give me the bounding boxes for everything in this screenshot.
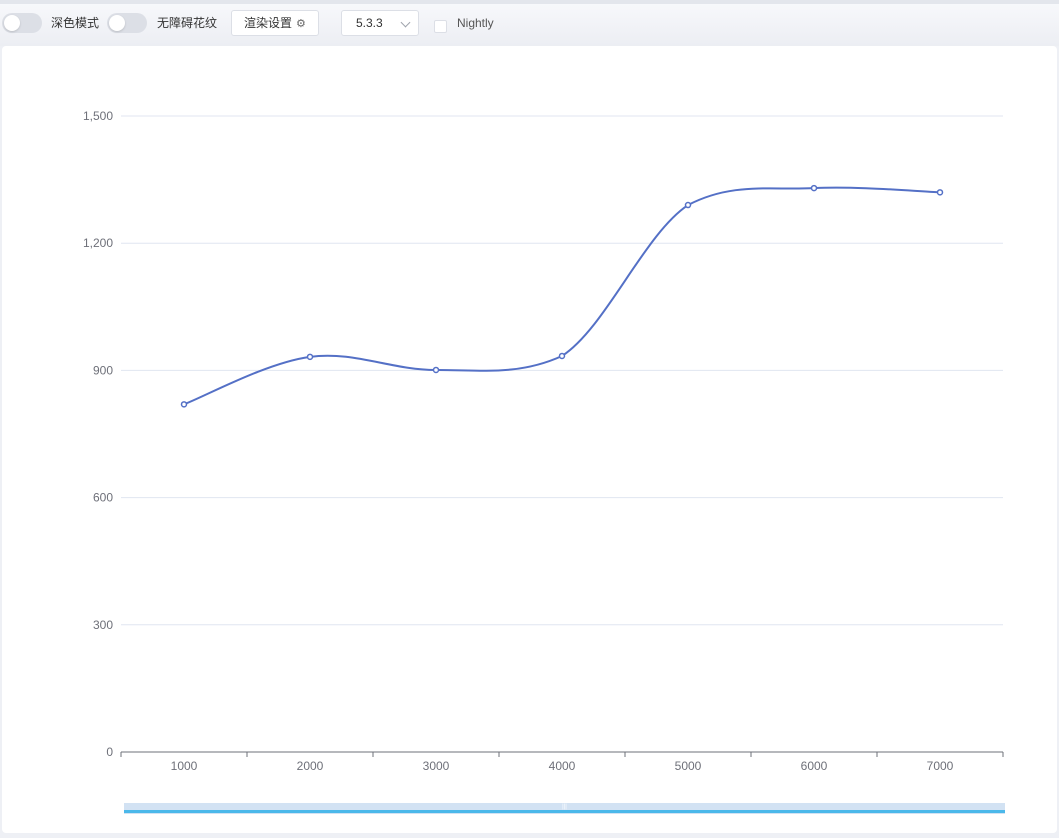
y-tick-label: 1,200: [83, 236, 113, 250]
data-point: [432, 366, 440, 374]
toggle-knob: [4, 15, 20, 31]
toolbar: 深色模式 无障碍花纹 渲染设置 ⚙ 5.3.3 Nightly: [0, 0, 1059, 46]
version-select[interactable]: 5.3.3: [341, 10, 419, 36]
accessibility-pattern-label: 无障碍花纹: [157, 16, 218, 30]
accessibility-pattern-toggle[interactable]: [107, 13, 147, 33]
gear-icon: ⚙: [296, 18, 306, 30]
data-point: [558, 352, 566, 360]
render-settings-label: 渲染设置: [244, 16, 293, 30]
data-zoom-fill: [124, 810, 1005, 813]
data-point: [180, 401, 188, 408]
data-point: [306, 353, 314, 361]
x-tick-label: 1000: [171, 759, 198, 773]
y-tick-label: 1,500: [83, 109, 113, 123]
x-tick-label: 7000: [927, 759, 954, 773]
data-point: [936, 189, 944, 196]
data-point: [684, 201, 692, 209]
x-tick-label: 3000: [423, 759, 450, 773]
y-tick-label: 0: [106, 745, 113, 759]
x-tick-label: 5000: [675, 759, 702, 773]
dark-mode-toggle[interactable]: [2, 13, 42, 33]
nightly-checkbox[interactable]: [434, 20, 447, 33]
y-tick-label: 900: [93, 363, 113, 377]
x-tick-label: 4000: [549, 759, 576, 773]
line-chart: 0 300 600 900 1,200 1,500 1000 2000 3000 4000 5000…: [83, 109, 1005, 814]
render-settings-button[interactable]: 渲染设置 ⚙: [231, 10, 319, 36]
y-tick-label: 600: [93, 491, 113, 505]
nightly-label: Nightly: [457, 16, 494, 30]
series-line: [183, 186, 941, 406]
dark-mode-label: 深色模式: [51, 16, 100, 30]
data-point: [810, 184, 818, 192]
data-zoom-grip-icon: |||: [562, 804, 567, 810]
chevron-down-icon: [400, 17, 411, 28]
toggle-knob: [109, 15, 125, 31]
y-tick-label: 300: [93, 618, 113, 632]
x-tick-label: 2000: [297, 759, 324, 773]
version-value: 5.3.3: [356, 16, 383, 30]
x-tick-label: 6000: [801, 759, 828, 773]
chart-panel: 0 300 600 900 1,200 1,500 1000 2000 3000 4000 5000…: [2, 46, 1057, 833]
